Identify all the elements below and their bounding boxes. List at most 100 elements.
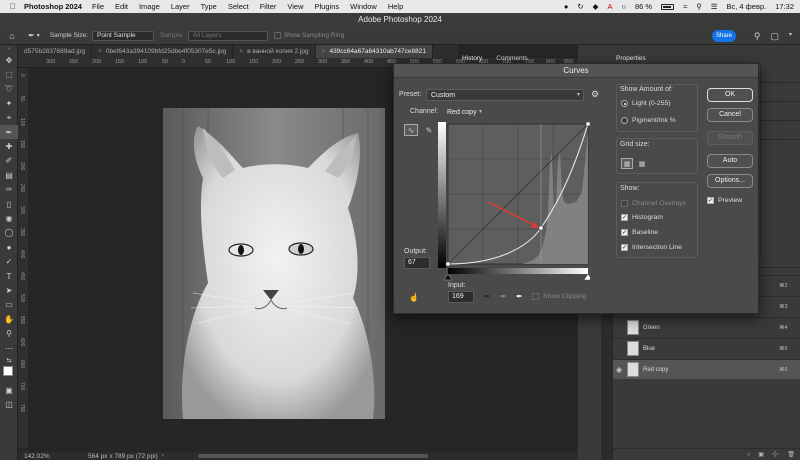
swap-colors-icon[interactable]: ⇆ xyxy=(0,355,18,365)
curve-point-tool-icon[interactable]: ∿ xyxy=(404,124,418,136)
histogram-checkbox[interactable]: ✓ xyxy=(621,214,628,221)
cancel-button[interactable]: Cancel xyxy=(707,108,753,122)
sample-size-select[interactable]: Point Sample xyxy=(92,30,155,41)
blur-tool-icon[interactable]: ◯ xyxy=(0,226,18,240)
delete-channel-icon[interactable]: 🗑 xyxy=(787,451,795,458)
dodge-tool-icon[interactable]: ● xyxy=(0,240,18,254)
color-swatches[interactable] xyxy=(0,365,18,383)
menu-select[interactable]: Select xyxy=(228,2,249,11)
curves-graph[interactable] xyxy=(438,122,590,282)
preset-options-gear-icon[interactable]: ⚙ xyxy=(591,89,599,100)
menu-image[interactable]: Image xyxy=(139,2,160,11)
targeted-adjustment-icon[interactable]: ☝ xyxy=(409,293,419,302)
eraser-tool-icon[interactable]: ▯ xyxy=(0,197,18,211)
quick-mask-icon[interactable]: ▣ xyxy=(0,383,18,397)
channel-overlays-checkbox[interactable]: ✓ xyxy=(621,200,628,207)
channel-row[interactable]: Green ⌘4 xyxy=(613,317,800,337)
input-field[interactable]: 169 xyxy=(448,291,474,303)
channel-row-selected[interactable]: ◉ Red copy ⌘6 xyxy=(613,359,800,379)
history-brush-tool-icon[interactable]: ✑ xyxy=(0,183,18,197)
baseline-option[interactable]: ✓ Baseline xyxy=(621,229,658,236)
white-eyedropper-icon[interactable]: ✒ xyxy=(516,292,523,301)
menu-filter[interactable]: Filter xyxy=(260,2,277,11)
sample-select[interactable]: All Layers xyxy=(187,30,268,41)
close-icon[interactable]: × xyxy=(322,48,326,55)
screen-mode-icon[interactable]: ◫ xyxy=(0,398,18,412)
hand-tool-icon[interactable]: ✋ xyxy=(0,312,18,326)
output-field[interactable]: 67 xyxy=(404,257,430,269)
close-icon[interactable]: × xyxy=(98,48,102,55)
channel-overlays-option[interactable]: ✓ Channel Overlays xyxy=(621,200,686,207)
pen-tool-icon[interactable]: ✓ xyxy=(0,254,18,268)
intersection-checkbox[interactable]: ✓ xyxy=(621,244,628,251)
eyedropper-tool-icon[interactable]: ✒ xyxy=(28,31,35,40)
type-tool-icon[interactable]: T xyxy=(0,269,18,283)
document-tab-active[interactable]: × 439cc64a67a64310ab747ce8821 xyxy=(315,45,433,58)
options-button[interactable]: Options... xyxy=(707,174,753,188)
preview-option[interactable]: ✓ Preview xyxy=(707,197,742,204)
lasso-tool-icon[interactable]: ➰ xyxy=(0,82,18,96)
share-button[interactable]: Share xyxy=(712,30,736,42)
show-clipping-option[interactable]: Show Clipping xyxy=(532,293,586,300)
black-point-slider[interactable] xyxy=(443,273,453,281)
show-clipping-checkbox[interactable] xyxy=(532,293,539,300)
cat-photo[interactable] xyxy=(163,108,385,419)
preset-select[interactable]: Custom ▾ xyxy=(426,89,584,101)
vertical-ruler[interactable]: 0 50 100 150 200 250 300 350 400 450 500… xyxy=(18,68,28,448)
document-tab[interactable]: d575b2837689ad.jpg xyxy=(18,45,93,58)
battery-icon[interactable] xyxy=(661,3,675,10)
preview-checkbox[interactable]: ✓ xyxy=(707,197,714,204)
paint-bucket-tool-icon[interactable]: ◉ xyxy=(0,211,18,225)
brush-tool-icon[interactable]: ✐ xyxy=(0,154,18,168)
document-tab[interactable]: × в ванной копия 2.jpg xyxy=(233,45,316,58)
clone-stamp-tool-icon[interactable]: ▤ xyxy=(0,168,18,182)
path-select-tool-icon[interactable]: ➤ xyxy=(0,283,18,297)
curve-endpoint[interactable] xyxy=(585,122,590,127)
pigment-radio[interactable] xyxy=(621,117,628,124)
pencil-tool-icon[interactable]: ✎ xyxy=(422,124,436,136)
simple-grid-icon[interactable]: ▦ xyxy=(621,158,633,169)
ok-button[interactable]: OK xyxy=(707,88,753,102)
creative-cloud-icon[interactable]: ● xyxy=(564,2,569,11)
move-tool-icon[interactable]: ✥ xyxy=(0,53,18,67)
close-icon[interactable]: × xyxy=(239,48,243,55)
document-dimensions[interactable]: 564 px x 789 px (72 ppi) xyxy=(88,453,158,460)
intersection-option[interactable]: ✓ Intersection Line xyxy=(621,244,682,251)
menu-view[interactable]: View xyxy=(287,2,303,11)
menu-file[interactable]: File xyxy=(92,2,104,11)
crop-tool-icon[interactable]: ⌖ xyxy=(0,111,18,125)
new-channel-icon[interactable]: ➕ xyxy=(772,451,779,458)
apple-icon[interactable]:  xyxy=(6,2,20,11)
gray-eyedropper-icon[interactable]: ✒ xyxy=(500,292,507,301)
curve-endpoint[interactable] xyxy=(445,261,451,267)
detailed-grid-icon[interactable]: ▦ xyxy=(636,158,648,169)
visibility-eye-icon[interactable]: ◉ xyxy=(613,366,625,374)
menu-plugins[interactable]: Plugins xyxy=(315,2,340,11)
auto-button[interactable]: Auto xyxy=(707,154,753,168)
marquee-tool-icon[interactable]: ⬚ xyxy=(0,67,18,81)
white-point-slider[interactable] xyxy=(583,273,590,281)
app-menu[interactable]: Photoshop 2024 xyxy=(24,2,82,11)
control-center-icon[interactable]: ☰ xyxy=(711,2,718,11)
menu-edit[interactable]: Edit xyxy=(115,2,128,11)
load-selection-icon[interactable]: ○ xyxy=(747,452,751,458)
shield-icon[interactable]: ◆ xyxy=(593,2,599,11)
rectangle-tool-icon[interactable]: ▭ xyxy=(0,298,18,312)
baseline-checkbox[interactable]: ✓ xyxy=(621,229,628,236)
document-tab[interactable]: × 0bef643a394109bfd25dbe4f05307e5c.jpg xyxy=(92,45,234,58)
tool-preset-chevron-icon[interactable]: ▾ xyxy=(37,32,40,39)
adobe-icon[interactable]: A xyxy=(607,2,612,11)
more-tools-icon[interactable]: ⋯ xyxy=(0,341,18,355)
light-radio[interactable] xyxy=(621,100,628,107)
wifi-icon[interactable]: ≈ xyxy=(683,2,687,11)
home-icon[interactable]: ⌂ xyxy=(4,31,20,41)
black-eyedropper-icon[interactable]: ✒ xyxy=(484,292,491,301)
spotlight-status-icon[interactable]: ○ xyxy=(621,2,626,11)
horizontal-scrollbar[interactable] xyxy=(198,454,428,458)
object-select-tool-icon[interactable]: ✦ xyxy=(0,96,18,110)
search-icon[interactable]: ⚲ xyxy=(696,2,702,11)
curve-point[interactable] xyxy=(538,225,544,231)
dialog-title[interactable]: Curves xyxy=(394,64,758,78)
toolbar-collapse-icon[interactable]: » xyxy=(0,45,18,53)
menu-window[interactable]: Window xyxy=(350,2,377,11)
